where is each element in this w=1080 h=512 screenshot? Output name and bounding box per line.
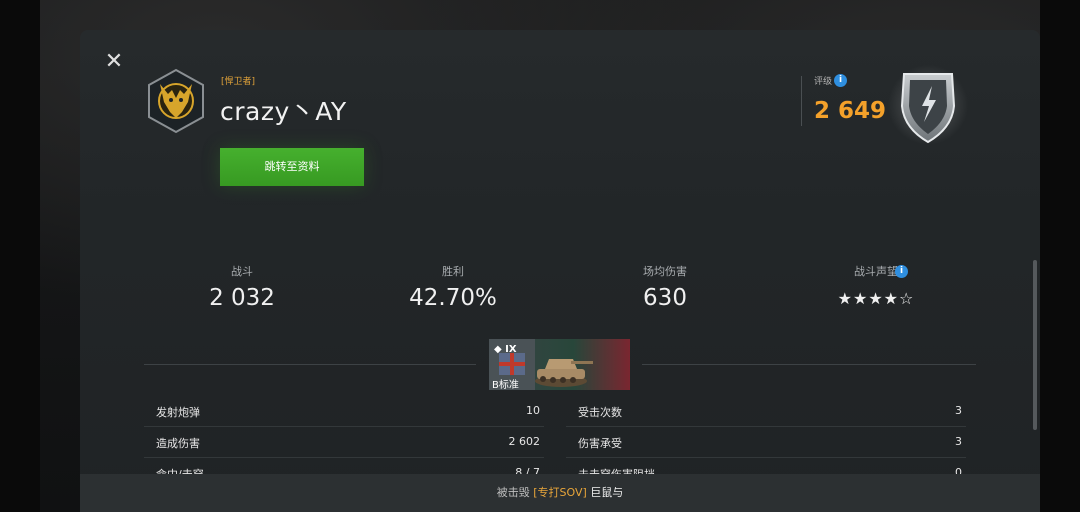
row-value: 3 — [955, 404, 962, 417]
stat-label: 胜利 — [442, 265, 464, 278]
stat-value: 2 032 — [209, 285, 275, 311]
table-row: 发射炮弹 10 — [144, 396, 544, 427]
stat-battles: 战斗 2 032 — [142, 263, 342, 311]
reputation-info-icon[interactable]: i — [895, 265, 908, 278]
stat-label: 战斗声望 — [854, 265, 898, 278]
rating-divider — [801, 76, 802, 126]
row-label: 伤害承受 — [578, 437, 622, 450]
table-row: 受击次数 3 — [566, 396, 966, 427]
row-label: 受击次数 — [578, 406, 622, 419]
tank-image-icon — [535, 359, 593, 387]
stat-battle-reputation: 战斗声望 ★★★★☆ — [776, 263, 976, 308]
rating-value: 2 649 — [814, 98, 887, 124]
table-row: 造成伤害 2 602 — [144, 427, 544, 458]
stat-label: 战斗 — [231, 265, 253, 278]
destroyed-by-bar: 被击毁 [专打SOV] 巨鼠与 — [80, 474, 1040, 512]
tank-name: B标准 — [492, 380, 519, 390]
scrollbar[interactable] — [1033, 260, 1037, 430]
right-letterbox — [1040, 0, 1080, 512]
player-name: crazy丶AY — [220, 97, 347, 126]
destroyed-by-label: 被击毁 — [496, 486, 530, 499]
rating-shield-icon — [888, 65, 968, 145]
stat-avg-damage: 场均伤害 630 — [565, 263, 765, 311]
reputation-stars: ★★★★☆ — [837, 289, 915, 308]
row-value: 3 — [955, 435, 962, 448]
rating-info-icon[interactable]: i — [834, 74, 847, 87]
divider-left — [144, 364, 476, 365]
nation-flag-icon — [499, 353, 525, 375]
stat-value: 42.70% — [409, 285, 497, 311]
battle-result-player-panel: ✕ [悍卫者] crazy丶AY 跳转至资料 评级 i 2 649 战斗 2 0… — [80, 30, 1040, 512]
clan-tag: [悍卫者] — [221, 77, 256, 87]
row-label: 造成伤害 — [156, 437, 200, 450]
stat-label: 场均伤害 — [643, 265, 687, 278]
stat-victories: 胜利 42.70% — [353, 263, 553, 311]
left-letterbox — [0, 0, 40, 512]
rating-label: 评级 — [814, 77, 833, 87]
row-label: 发射炮弹 — [156, 406, 200, 419]
go-to-profile-button[interactable]: 跳转至资料 — [220, 148, 364, 186]
row-value: 10 — [526, 404, 540, 417]
tank-tier: ◆ IX — [494, 344, 517, 355]
row-value: 2 602 — [508, 435, 541, 448]
divider-right — [642, 364, 976, 365]
stat-value: 630 — [643, 285, 687, 311]
tank-card[interactable]: ◆ IX B标准 — [489, 339, 630, 390]
killer-clan-tag: [专打SOV] — [533, 486, 587, 499]
killer-name: 巨鼠与 — [590, 486, 624, 499]
clan-emblem-icon — [148, 68, 204, 134]
close-button[interactable]: ✕ — [102, 50, 126, 74]
table-row: 伤害承受 3 — [566, 427, 966, 458]
